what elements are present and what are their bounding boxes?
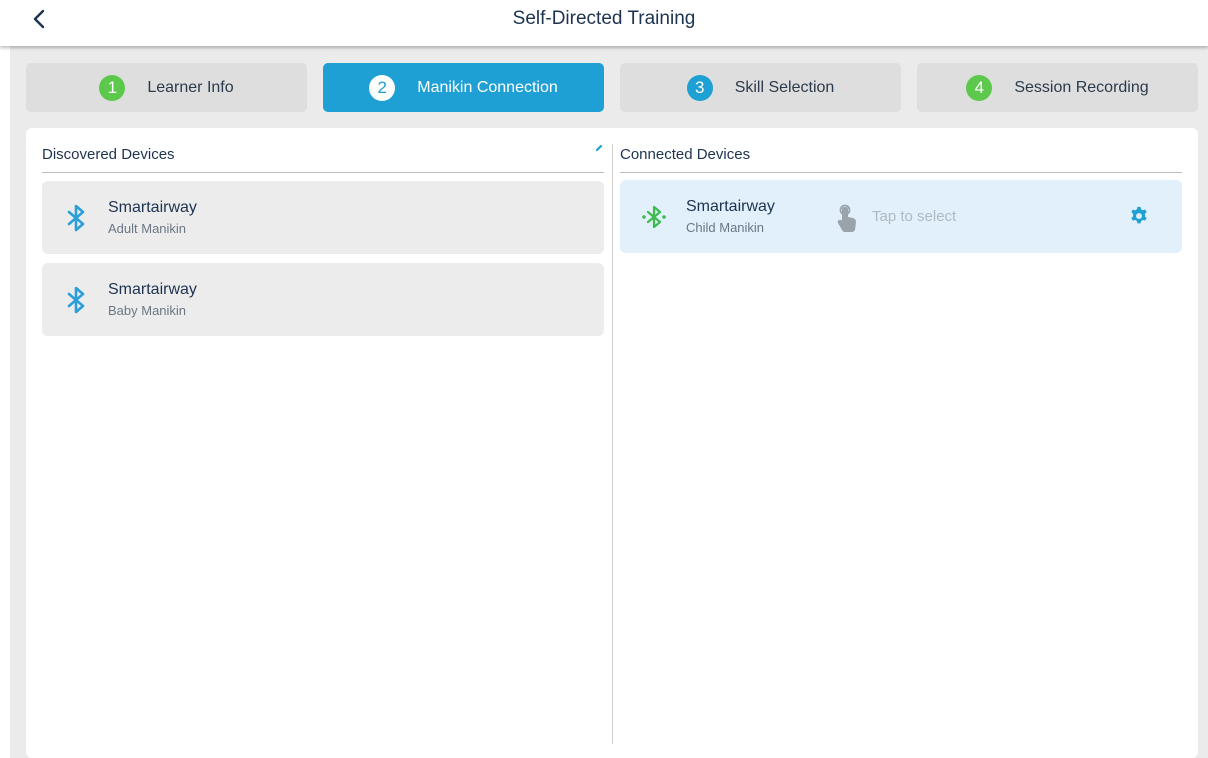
tab-manikin-connection[interactable]: 2 Manikin Connection (323, 63, 604, 112)
step-number-4: 4 (966, 74, 993, 101)
connected-devices-title: Connected Devices (620, 146, 751, 163)
step-number-3: 3 (686, 74, 713, 101)
device-name: Smartairway (108, 281, 197, 298)
connected-device-item[interactable]: Smartairway Child Manikin Tap to select (620, 180, 1182, 253)
tap-hand-icon (837, 204, 856, 232)
top-bar: Self-Directed Training (0, 0, 1208, 46)
tab-learner-info[interactable]: 1 Learner Info (26, 63, 307, 112)
tab-skill-selection[interactable]: 3 Skill Selection (620, 63, 901, 112)
discovered-devices-title: Discovered Devices (42, 146, 175, 163)
page-title: Self-Directed Training (512, 8, 696, 29)
column-divider (612, 144, 613, 744)
step-number-2: 2 (369, 74, 396, 101)
step-tabs: 1 Learner Info 2 Manikin Connection 3 Sk… (0, 63, 1208, 112)
device-name: Smartairway (686, 198, 775, 215)
step-label-manikin-connection: Manikin Connection (417, 78, 558, 96)
device-type: Baby Manikin (108, 303, 187, 318)
device-name: Smartairway (108, 199, 197, 216)
scanning-indicator-icon (596, 144, 603, 152)
step-label-skill-selection: Skill Selection (734, 78, 835, 96)
tap-to-select-hint: Tap to select (872, 208, 957, 225)
discovered-device-item[interactable]: Smartairway Baby Manikin (42, 263, 604, 336)
bluetooth-icon (67, 286, 85, 314)
bluetooth-icon (67, 204, 85, 232)
step-label-session-recording: Session Recording (1014, 78, 1149, 96)
connected-divider (620, 172, 1182, 173)
discovered-device-item[interactable]: Smartairway Adult Manikin (42, 181, 604, 254)
bluetooth-connected-icon (642, 205, 666, 229)
device-type: Adult Manikin (108, 221, 187, 236)
device-type: Child Manikin (686, 220, 765, 235)
tab-session-recording[interactable]: 4 Session Recording (917, 63, 1198, 112)
gear-icon[interactable] (1128, 205, 1150, 227)
devices-panel: Discovered Devices Smartairway Adult Man… (26, 128, 1198, 758)
discovered-divider (42, 172, 604, 173)
step-label-learner-info: Learner Info (147, 78, 234, 96)
step-number-1: 1 (99, 74, 126, 101)
